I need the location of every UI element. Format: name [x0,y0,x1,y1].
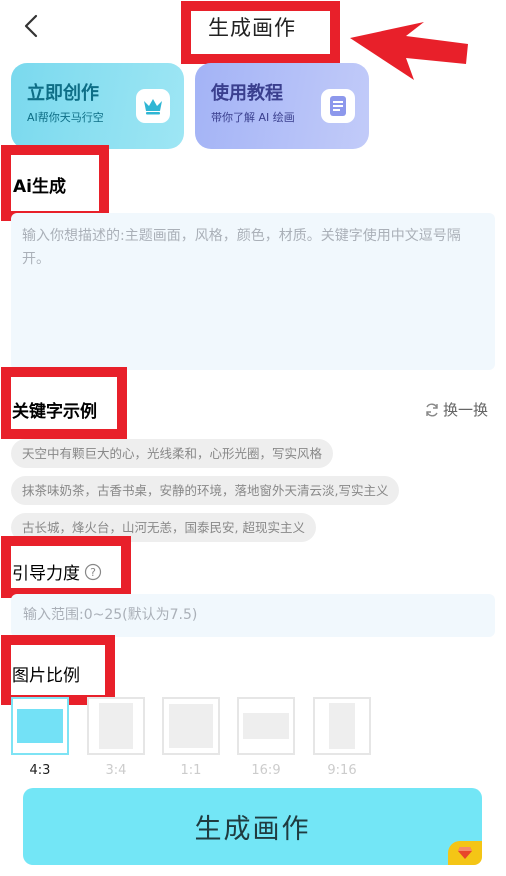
document-icon [321,89,355,123]
create-now-card[interactable]: 立即创作 AI帮你天马行空 [11,63,184,149]
keyword-example-chip[interactable]: 天空中有颗巨大的心，光线柔和，心形光圈，写实风格 [11,439,334,468]
tutorial-card-title: 使用教程 [211,83,283,104]
ratio-option-label: 1:1 [180,763,202,778]
help-icon[interactable]: ? [84,563,102,581]
gem-badge [448,841,482,865]
ai-section-annotation: Ai生成 [1,145,109,221]
crown-icon [136,89,170,123]
svg-text:?: ? [90,566,96,579]
tutorial-card[interactable]: 使用教程 带你了解 AI 绘画 [195,63,369,149]
guidance-label: 引导力度 [12,564,80,584]
ratio-option-label: 16:9 [251,763,281,778]
page-title: 生成画作 [208,16,296,40]
refresh-label: 换一换 [443,401,489,419]
gem-icon [458,847,472,859]
ratio-option-9-16[interactable] [313,697,371,755]
ai-section-label: Ai生成 [13,177,66,197]
keywords-annotation: 关键字示例 [1,367,127,439]
guidance-input[interactable]: 输入范围:0~25(默认为7.5) [11,594,495,637]
ratio-label: 图片比例 [12,666,80,686]
ratio-option-3-4[interactable] [87,697,145,755]
back-arrow-icon[interactable] [18,12,46,40]
ratio-option-label: 9:16 [327,763,357,778]
ratio-annotation: 图片比例 [1,635,115,705]
generate-button-label: 生成画作 [194,814,311,845]
keywords-label: 关键字示例 [12,402,97,422]
refresh-button[interactable]: 换一换 [424,399,488,420]
tutorial-card-subtitle: 带你了解 AI 绘画 [211,111,295,124]
ratio-option-16-9[interactable] [237,697,295,755]
keyword-example-chip[interactable]: 抹茶味奶茶，古香书桌，安静的环境，落地窗外天清云淡,写实主义 [11,476,400,505]
ratio-option-label: 4:3 [29,763,51,778]
refresh-icon [426,403,438,416]
prompt-textarea[interactable]: 输入你想描述的:主题画面，风格，颜色，材质。关键字使用中文逗号隔开。 [11,213,495,370]
generate-button[interactable]: 生成画作 [23,788,482,865]
guidance-annotation: 引导力度 ? [1,536,131,598]
ratio-option-label: 3:4 [105,763,127,778]
create-card-title: 立即创作 [27,83,99,104]
ratio-option-4-3[interactable] [11,697,69,755]
create-card-subtitle: AI帮你天马行空 [27,111,104,124]
ratio-option-1-1[interactable] [162,697,220,755]
